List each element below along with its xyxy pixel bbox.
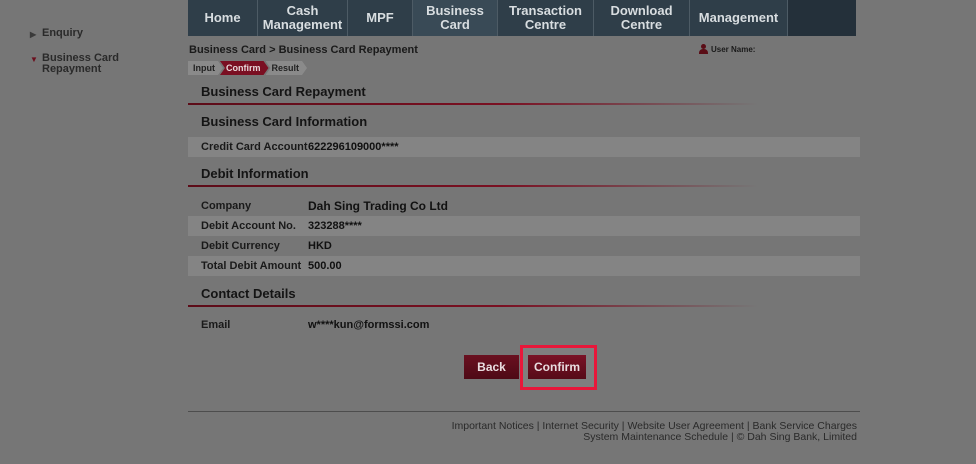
sidebar-item-enquiry[interactable]: ▶ Enquiry xyxy=(30,28,180,41)
row-debit-currency: Debit Currency HKD xyxy=(188,236,860,256)
sidebar-item-label: Business Card Repayment xyxy=(42,52,120,75)
footer: Important Notices | Internet Security | … xyxy=(452,421,857,443)
sidebar-item-label: Enquiry xyxy=(42,27,83,39)
row-credit-card-account: Credit Card Account 622296109000**** xyxy=(188,137,860,157)
divider xyxy=(188,103,758,105)
tab-mpf[interactable]: MPF xyxy=(348,0,413,36)
tab-business-card[interactable]: Business Card xyxy=(413,0,498,36)
page-title: Business Card Repayment xyxy=(201,84,366,99)
step-result: Result xyxy=(266,61,308,75)
tab-label: Business Card xyxy=(426,3,484,32)
field-value: w****kun@formssi.com xyxy=(308,319,430,331)
arrow-down-icon: ▼ xyxy=(30,55,38,64)
tab-label: Cash Management xyxy=(262,3,343,32)
tab-download-centre[interactable]: Download Centre xyxy=(594,0,690,36)
user-name-label: User Name: xyxy=(711,44,756,54)
tab-cash-management[interactable]: Cash Management xyxy=(258,0,348,36)
field-value: 500.00 xyxy=(308,260,342,272)
tab-label: Transaction Centre xyxy=(509,3,582,32)
tab-label: Home xyxy=(204,10,241,25)
breadcrumb: Business Card > Business Card Repayment xyxy=(189,44,418,56)
field-label: Email xyxy=(201,319,231,331)
confirm-button[interactable]: Confirm xyxy=(528,355,586,379)
tab-transaction-centre[interactable]: Transaction Centre xyxy=(498,0,594,36)
divider xyxy=(188,185,758,187)
field-value: 323288**** xyxy=(308,220,362,232)
field-value: HKD xyxy=(308,240,332,252)
field-value: 622296109000**** xyxy=(308,141,399,153)
tab-home[interactable]: Home xyxy=(188,0,258,36)
sidebar-item-business-card-repayment[interactable]: ▼ Business Card Repayment xyxy=(30,53,180,75)
user-info: User Name: xyxy=(699,44,755,54)
back-button[interactable]: Back xyxy=(464,355,519,379)
step-input: Input xyxy=(188,61,223,75)
user-icon xyxy=(699,44,708,54)
progress-steps: Input Confirm Result xyxy=(188,61,304,75)
tab-label: Management xyxy=(698,10,779,25)
field-label: Total Debit Amount xyxy=(201,260,302,272)
row-total-debit-amount: Total Debit Amount 500.00 xyxy=(188,256,860,276)
tab-label: Download Centre xyxy=(610,3,673,32)
row-email: Email w****kun@formssi.com xyxy=(188,315,860,335)
divider xyxy=(188,305,758,307)
field-label: Debit Account No. xyxy=(201,220,296,232)
field-label: Company xyxy=(201,200,252,212)
field-value: Dah Sing Trading Co Ltd xyxy=(308,199,448,213)
sidebar: ▶ Enquiry ▼ Business Card Repayment xyxy=(30,28,180,87)
row-company: Company Dah Sing Trading Co Ltd xyxy=(188,196,860,216)
field-label: Credit Card Account xyxy=(201,141,308,153)
tab-label: MPF xyxy=(366,10,394,25)
top-navigation: Home Cash Management MPF Business Card T… xyxy=(188,0,856,36)
footer-copyright[interactable]: System Maintenance Schedule | © Dah Sing… xyxy=(452,432,857,443)
row-debit-account: Debit Account No. 323288**** xyxy=(188,216,860,236)
section-title-card-info: Business Card Information xyxy=(201,114,368,129)
arrow-right-icon: ▶ xyxy=(30,30,37,39)
section-title-debit-info: Debit Information xyxy=(201,166,309,181)
footer-divider xyxy=(188,411,860,412)
section-title-contact: Contact Details xyxy=(201,286,296,301)
tab-management[interactable]: Management xyxy=(690,0,788,36)
field-label: Debit Currency xyxy=(201,240,280,252)
step-confirm: Confirm xyxy=(220,61,269,75)
